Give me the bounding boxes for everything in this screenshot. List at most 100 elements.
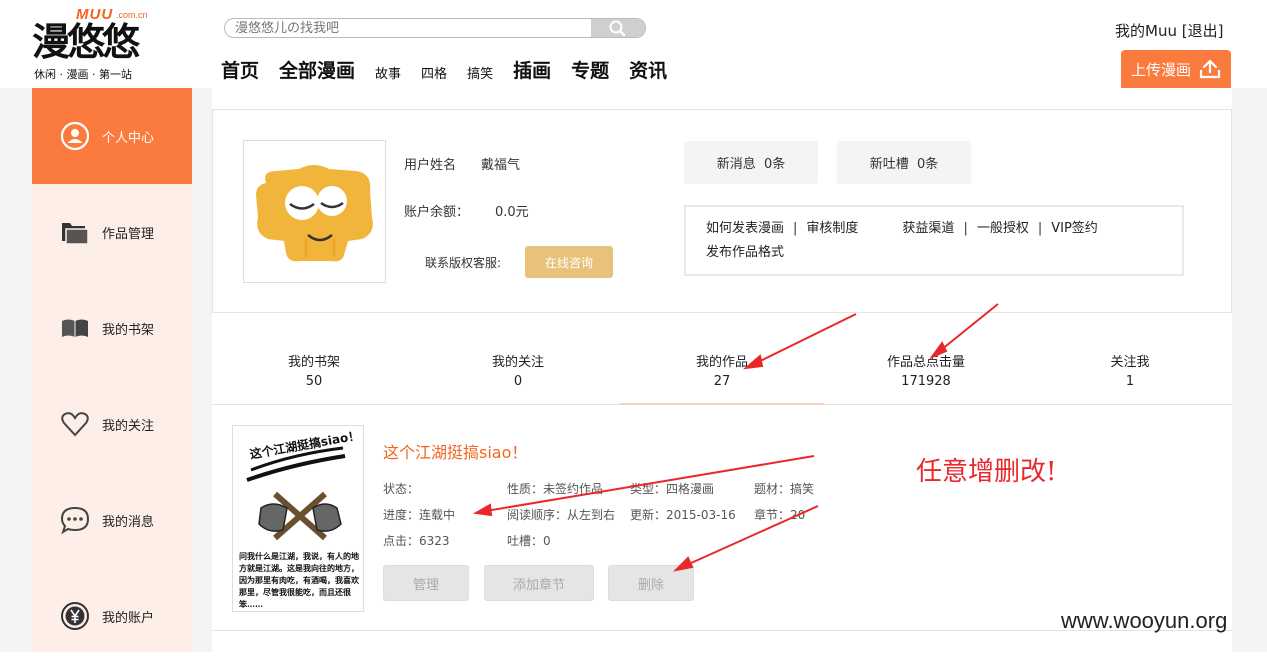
search-icon xyxy=(609,20,626,37)
new-messages-label: 新消息 xyxy=(716,157,756,172)
delete-button[interactable]: 删除 xyxy=(608,565,694,601)
search-input[interactable] xyxy=(225,19,593,37)
logo-slogan: 休闲 · 漫画 · 第一站 xyxy=(34,68,132,81)
yen-coin-icon xyxy=(60,601,90,631)
link-general-license[interactable]: 一般授权 xyxy=(977,221,1029,236)
sidebar-item-label: 我的消息 xyxy=(102,514,155,530)
username-label: 用户姓名 xyxy=(404,158,457,173)
heart-icon xyxy=(60,409,90,439)
link-review-policy[interactable]: 审核制度 xyxy=(806,221,858,236)
work-theme: 题材：搞笑 xyxy=(754,482,815,496)
logout-link[interactable]: [退出] xyxy=(1182,22,1224,40)
link-separator: | xyxy=(963,221,968,236)
online-consult-button[interactable]: 在线咨询 xyxy=(525,246,613,278)
stats-bar: 我的书架 50 我的关注 0 我的作品 27 作品总点击量 171928 关注我… xyxy=(212,353,1232,405)
service-label: 联系版权客服: xyxy=(425,256,502,270)
chat-bubble-icon xyxy=(60,505,90,535)
new-messages-count: 0条 xyxy=(764,157,786,172)
link-vip-contract[interactable]: VIP签约 xyxy=(1051,221,1098,236)
stat-value: 171928 xyxy=(901,374,951,389)
nav-news[interactable]: 资讯 xyxy=(629,56,667,83)
sidebar-item-label: 我的账户 xyxy=(102,610,155,626)
nav-four-panel[interactable]: 四格 xyxy=(421,63,447,82)
link-separator: | xyxy=(1037,221,1043,236)
stat-value: 0 xyxy=(513,374,523,389)
new-comments-box[interactable]: 新吐槽 0条 xyxy=(837,141,971,184)
sidebar-item-personal-center[interactable]: 个人中心 xyxy=(32,88,192,184)
user-menu: 我的Muu [退出] xyxy=(1115,20,1223,41)
watermark: www.wooyun.org xyxy=(1061,608,1228,633)
work-status: 状态： xyxy=(383,482,420,496)
header: MUU .com.cn 漫悠悠 休闲 · 漫画 · 第一站 首页 全部漫画 故事… xyxy=(0,0,1267,88)
stat-total-clicks[interactable]: 作品总点击量 171928 xyxy=(824,353,1028,391)
sidebar-item-bookshelf[interactable]: 我的书架 xyxy=(32,280,192,376)
new-comments-label: 新吐槽 xyxy=(869,157,909,172)
search-box xyxy=(224,18,646,38)
avatar[interactable] xyxy=(243,140,386,283)
cover-artwork xyxy=(246,446,346,541)
main-nav: 首页 全部漫画 故事 四格 搞笑 插画 专题 资讯 xyxy=(221,56,687,83)
nav-topics[interactable]: 专题 xyxy=(571,56,609,83)
balance-value: 0.0元 xyxy=(495,205,529,220)
stat-my-works[interactable]: 我的作品 27 xyxy=(620,353,824,391)
work-cover[interactable]: 这个江湖挺搞siao！ 问我什么是江湖，我说，有人的地方就是江湖。这是我向往的地… xyxy=(232,425,364,612)
nav-all-comics[interactable]: 全部漫画 xyxy=(279,56,355,83)
work-updated: 更新：2015-03-16 xyxy=(630,508,736,522)
manage-button[interactable]: 管理 xyxy=(383,565,469,601)
stat-following[interactable]: 我的关注 0 xyxy=(416,353,620,391)
folder-icon xyxy=(60,217,90,247)
user-circle-icon xyxy=(60,121,90,151)
stat-bookshelf[interactable]: 我的书架 50 xyxy=(212,353,416,391)
stat-label: 关注我 xyxy=(1110,355,1150,370)
annotation-text: 任意增删改! xyxy=(916,457,1057,487)
work-nature: 性质：未签约作品 xyxy=(507,482,604,496)
sidebar-item-label: 我的书架 xyxy=(102,322,155,338)
username-value: 戴福气 xyxy=(481,158,521,173)
new-messages-box[interactable]: 新消息 0条 xyxy=(684,141,818,184)
user-greeting-link[interactable]: 我的Muu xyxy=(1115,22,1177,40)
sidebar-item-works[interactable]: 作品管理 xyxy=(32,184,192,280)
site-logo[interactable]: MUU .com.cn 漫悠悠 休闲 · 漫画 · 第一站 xyxy=(32,6,162,82)
add-chapter-button[interactable]: 添加章节 xyxy=(484,565,594,601)
work-title-link[interactable]: 这个江湖挺搞siao！ xyxy=(383,439,527,463)
upload-comic-button[interactable]: 上传漫画 xyxy=(1121,50,1231,88)
nav-funny[interactable]: 搞笑 xyxy=(467,63,493,82)
sidebar-item-following[interactable]: 我的关注 xyxy=(32,376,192,472)
work-chapters: 章节：20 xyxy=(754,508,806,522)
upload-icon xyxy=(1199,59,1221,79)
balance-label: 账户余额： xyxy=(404,205,470,220)
link-revenue[interactable]: 获益渠道 xyxy=(902,221,954,236)
link-separator: | xyxy=(793,221,798,236)
stat-value: 50 xyxy=(305,374,323,389)
main-content: 用户姓名 戴福气 账户余额： 0.0元 联系版权客服: 在线咨询 新消息 0条 … xyxy=(212,88,1232,652)
work-progress: 进度：连载中 xyxy=(383,508,456,522)
stat-value: 1 xyxy=(1125,374,1135,389)
nav-story[interactable]: 故事 xyxy=(375,63,401,82)
work-clicks: 点击：6323 xyxy=(383,534,450,548)
link-how-to-publish[interactable]: 如何发表漫画 xyxy=(706,221,784,236)
sidebar-item-messages[interactable]: 我的消息 xyxy=(32,472,192,568)
upload-label: 上传漫画 xyxy=(1131,60,1192,79)
stat-label: 我的书架 xyxy=(287,355,340,370)
nav-home[interactable]: 首页 xyxy=(221,56,259,83)
logo-title: 漫悠悠 xyxy=(32,19,140,64)
stat-value: 27 xyxy=(713,374,731,389)
nav-illustration[interactable]: 插画 xyxy=(513,56,551,83)
work-item: 这个江湖挺搞siao！ 问我什么是江湖，我说，有人的地方就是江湖。这是我向往的地… xyxy=(212,405,1232,631)
stat-label: 我的关注 xyxy=(491,355,544,370)
sidebar-item-label: 作品管理 xyxy=(102,226,155,242)
book-icon xyxy=(60,313,90,343)
cover-text: 问我什么是江湖，我说，有人的地方就是江湖。这是我向往的地方，因为那里有肉吃，有酒… xyxy=(239,551,359,609)
link-publish-format[interactable]: 发布作品格式 xyxy=(706,245,784,260)
work-comments: 吐槽：0 xyxy=(507,534,551,548)
work-reading-order: 阅读顺序：从左到右 xyxy=(507,508,616,522)
stat-followers[interactable]: 关注我 1 xyxy=(1028,353,1232,391)
help-links: 如何发表漫画 | 审核制度 获益渠道 | 一般授权 | VIP签约 发布作品格式 xyxy=(684,205,1184,276)
search-button[interactable] xyxy=(591,19,645,37)
new-comments-count: 0条 xyxy=(917,157,939,172)
sidebar-item-label: 我的关注 xyxy=(102,418,155,434)
work-type: 类型：四格漫画 xyxy=(630,482,715,496)
sidebar-item-account[interactable]: 我的账户 xyxy=(32,568,192,664)
sidebar-item-label: 个人中心 xyxy=(102,130,155,146)
sidebar: 个人中心 作品管理 我的书架 我的关注 我的消息 我的账户 xyxy=(32,88,192,652)
